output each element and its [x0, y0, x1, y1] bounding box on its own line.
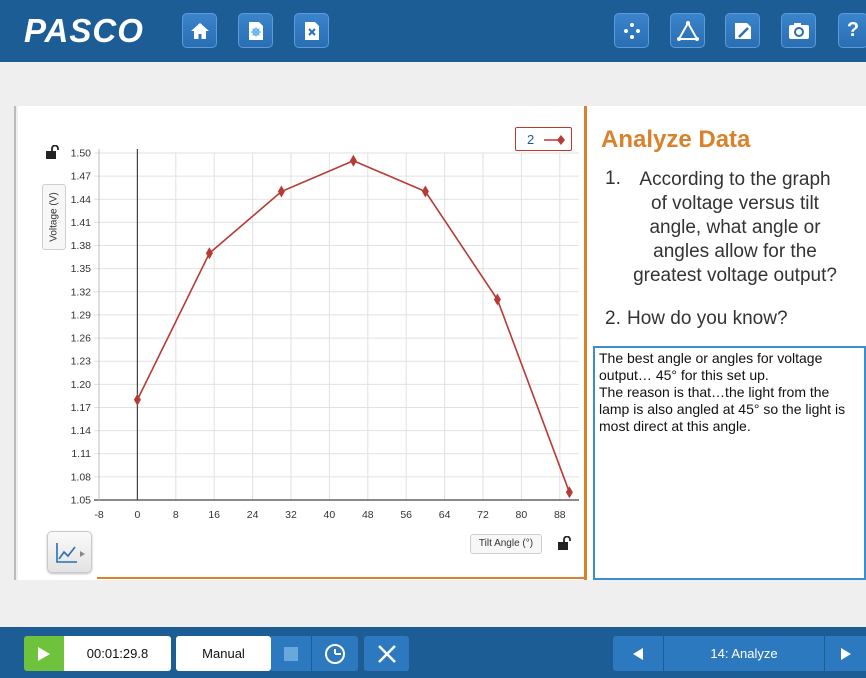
x-axis-unlock-icon[interactable] — [557, 536, 571, 550]
home-icon — [190, 22, 209, 39]
journal-icon — [734, 22, 751, 39]
y-tick-label: 1.44 — [71, 194, 92, 206]
x-tick-label: 24 — [247, 509, 259, 521]
y-tick-label: 1.38 — [71, 240, 92, 252]
question-1-line: greatest voltage output? — [633, 265, 837, 286]
analyze-title: Analyze Data — [601, 126, 751, 153]
x-tick-label: 32 — [285, 509, 297, 521]
y-tick-label: 1.17 — [71, 402, 92, 414]
x-axis-label[interactable]: Tilt Angle (°) — [470, 534, 542, 554]
previous-page-button[interactable] — [613, 636, 663, 671]
y-tick-label: 1.11 — [71, 448, 91, 460]
question-2-number: 2. — [605, 308, 621, 329]
series-line — [136, 159, 571, 493]
legend-label: 2 — [527, 132, 535, 147]
question-1-text: According to the graph of voltage versus… — [611, 168, 859, 288]
y-tick-label: 1.14 — [71, 425, 92, 437]
y-tick-label: 1.23 — [71, 356, 92, 368]
play-icon — [38, 646, 50, 661]
x-tick-label: 16 — [208, 509, 220, 521]
graph-tools-icon — [56, 543, 85, 563]
elapsed-time: 00:01:29.8 — [64, 636, 171, 671]
data-summary-icon — [623, 22, 640, 39]
y-tick-label: 1.29 — [71, 309, 92, 321]
start-button[interactable] — [24, 636, 64, 671]
x-tick-label: 64 — [439, 509, 451, 521]
snapshot-button[interactable] — [781, 13, 816, 48]
y-tick-label: 1.35 — [71, 263, 92, 275]
question-1-line: of voltage versus tilt — [651, 193, 819, 214]
new-experiment-button[interactable] — [238, 13, 273, 48]
x-tick-label: 48 — [362, 509, 374, 521]
x-tick-label: -8 — [94, 509, 103, 521]
chart-legend[interactable]: 2 — [515, 127, 572, 151]
pasco-logo: PASCO — [24, 12, 144, 49]
data-point[interactable] — [277, 185, 285, 198]
x-tick-label: 0 — [134, 509, 140, 521]
journal-button[interactable] — [725, 13, 760, 48]
recording-conditions-button[interactable] — [312, 636, 358, 671]
right-arrow-icon — [840, 647, 851, 660]
help-button[interactable]: ? — [838, 13, 866, 48]
next-page-button[interactable] — [825, 636, 866, 671]
graph-tools-button[interactable] — [47, 531, 92, 573]
stop-icon — [284, 646, 298, 661]
wrench-screwdriver-icon — [377, 644, 396, 663]
y-axis-label[interactable]: Voltage (V) — [42, 184, 66, 250]
x-tick-label: 8 — [173, 509, 179, 521]
timer-icon — [325, 643, 345, 664]
x-tick-label: 88 — [554, 509, 566, 521]
snapshot-icon — [788, 22, 809, 39]
x-tick-label: 56 — [400, 509, 412, 521]
left-arrow-icon — [633, 647, 643, 660]
y-tick-label: 1.32 — [71, 286, 92, 298]
question-1-line: angles allow for the — [653, 241, 817, 262]
tools-button-top[interactable] — [670, 13, 705, 48]
y-tick-label: 1.20 — [71, 379, 92, 391]
help-icon: ? — [846, 19, 860, 41]
close-experiment-button[interactable] — [294, 13, 329, 48]
data-point[interactable] — [349, 154, 357, 167]
data-summary-button[interactable] — [614, 13, 649, 48]
x-tick-label: 40 — [324, 509, 336, 521]
new-experiment-icon — [248, 21, 263, 40]
y-axis-label-text: Voltage (V) — [48, 192, 60, 242]
sampling-mode-selector[interactable]: Manual — [176, 636, 271, 671]
question-1-line: According to the graph — [639, 169, 831, 190]
y-tick-label: 1.05 — [71, 495, 92, 507]
close-experiment-icon — [304, 21, 319, 40]
answer-text: The best angle or angles for voltage out… — [599, 350, 846, 434]
tools-button[interactable] — [364, 636, 409, 671]
y-tick-label: 1.50 — [71, 148, 92, 160]
page-selector[interactable]: 14: Analyze — [664, 636, 824, 671]
x-tick-label: 80 — [516, 509, 528, 521]
x-tick-label: 72 — [477, 509, 489, 521]
y-tick-label: 1.26 — [71, 333, 92, 345]
y-axis-unlock-icon[interactable] — [45, 145, 59, 159]
y-tick-label: 1.41 — [71, 217, 92, 229]
question-1-line: angle, what angle or — [649, 217, 821, 238]
answer-text-box[interactable]: The best angle or angles for voltage out… — [593, 346, 866, 580]
y-tick-label: 1.47 — [71, 171, 92, 183]
home-button[interactable] — [182, 13, 217, 48]
data-point[interactable] — [565, 486, 573, 499]
legend-series-marker-icon — [544, 135, 565, 145]
panel-edge — [14, 106, 16, 580]
y-tick-label: 1.08 — [71, 471, 92, 483]
tools-icon — [676, 20, 699, 41]
voltage-tilt-chart[interactable]: -8 0 8 16 24 32 40 48 56 64 72 80 88 1.05 1.08 1.11 1.14… — [18, 106, 584, 580]
question-2-text: How do you know? — [627, 308, 788, 329]
keep-button[interactable] — [271, 636, 311, 671]
